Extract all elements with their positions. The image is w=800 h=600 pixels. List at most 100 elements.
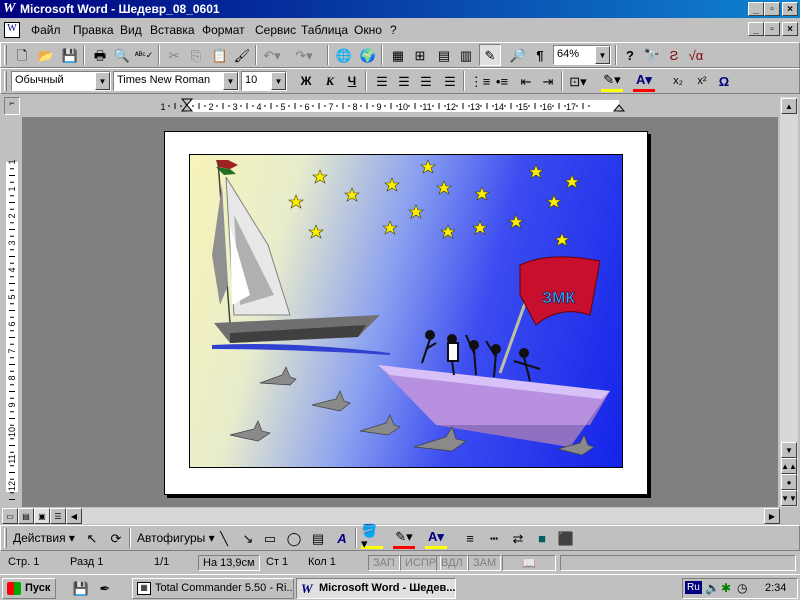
taskbar-microsoft-word[interactable]: W Microsoft Word - Шедев...: [296, 578, 456, 599]
doc-minimize-button[interactable]: _: [748, 22, 764, 36]
start-button[interactable]: Пуск: [2, 578, 56, 599]
style-select[interactable]: Обычный ▼: [11, 71, 111, 91]
doc-restore-button[interactable]: ▫: [764, 22, 780, 36]
select-browse-object-button[interactable]: ●: [781, 474, 797, 490]
ruler-corner[interactable]: ⌐: [4, 97, 20, 115]
rectangle-icon[interactable]: ▭: [259, 527, 281, 549]
actions-menu[interactable]: Действия ▾: [13, 531, 75, 545]
font-size-select[interactable]: 10 ▼: [241, 71, 287, 91]
document-area[interactable]: ЗМК: [22, 117, 778, 507]
vertical-scrollbar[interactable]: ▲ ▼ ▲▲ ● ▼▼: [780, 97, 798, 507]
web-toolbar-icon[interactable]: 🌍: [357, 44, 379, 66]
next-page-button[interactable]: ▼▼: [781, 490, 797, 506]
restore-button[interactable]: ▫: [764, 2, 780, 16]
align-center-icon[interactable]: ☰: [393, 70, 415, 92]
font-color-icon[interactable]: A▾: [633, 70, 655, 92]
tray-bug-icon[interactable]: ✱: [721, 581, 731, 595]
language-indicator[interactable]: Ru: [685, 581, 702, 594]
scroll-down-button[interactable]: ▼: [781, 442, 797, 458]
volume-icon[interactable]: 🔊: [705, 581, 720, 595]
menu-edit[interactable]: Правка: [73, 23, 114, 37]
doc-close-button[interactable]: ×: [782, 22, 798, 36]
spelling-status-icon[interactable]: 📖: [502, 555, 556, 571]
quick-launch-save-icon[interactable]: 💾: [70, 577, 92, 599]
status-ext[interactable]: ВДЛ: [436, 555, 468, 571]
horizontal-scrollbar[interactable]: ◀ ▶: [66, 508, 780, 524]
menu-insert[interactable]: Вставка: [150, 23, 195, 37]
help-icon[interactable]: ?: [619, 44, 641, 66]
line-icon[interactable]: ╲: [213, 527, 235, 549]
status-trk[interactable]: ИСПР: [400, 555, 442, 571]
print-preview-icon[interactable]: 🔍: [111, 44, 133, 66]
oval-icon[interactable]: ◯: [283, 527, 305, 549]
document-map-icon[interactable]: 🔎: [507, 44, 529, 66]
decrease-indent-icon[interactable]: ⇤: [515, 70, 537, 92]
subscript-icon[interactable]: x₂: [667, 70, 689, 92]
scroll-up-button[interactable]: ▲: [781, 98, 797, 114]
page-layout-view-button[interactable]: ▣: [34, 508, 50, 524]
title-bar[interactable]: W Microsoft Word - Шедевр_08_0601 _ ▫ ×: [0, 0, 800, 18]
open-icon[interactable]: 📂: [35, 44, 57, 66]
align-left-icon[interactable]: ☰: [371, 70, 393, 92]
status-ovr[interactable]: ЗАМ: [468, 555, 502, 571]
clipart-picture[interactable]: ЗМК: [189, 154, 623, 468]
italic-button[interactable]: К: [319, 70, 341, 92]
symbol-omega-icon[interactable]: Ω: [713, 70, 735, 92]
normal-view-button[interactable]: ▭: [2, 508, 18, 524]
bullets-icon[interactable]: •≡: [491, 70, 513, 92]
drawing-toggle-icon[interactable]: ✎: [479, 44, 501, 66]
line-color-icon[interactable]: ✎▾: [393, 527, 415, 549]
equation-icon[interactable]: √α: [685, 44, 707, 66]
new-icon[interactable]: 🗋: [11, 44, 33, 66]
menu-format[interactable]: Формат: [202, 23, 245, 37]
menu-window[interactable]: Окно: [354, 23, 382, 37]
paste-icon[interactable]: 📋: [209, 44, 231, 66]
3d-icon[interactable]: ⬛: [555, 527, 577, 549]
word-app-icon[interactable]: W: [3, 2, 17, 16]
document-page[interactable]: ЗМК: [164, 131, 648, 495]
taskbar-total-commander[interactable]: ▦ Total Commander 5.50 - Ri...: [132, 578, 294, 599]
clock[interactable]: 2:34: [765, 582, 786, 594]
quick-launch-pen-icon[interactable]: ✒: [94, 577, 116, 599]
outline-view-button[interactable]: ☰: [50, 508, 66, 524]
menu-tools[interactable]: Сервис: [255, 23, 296, 37]
superscript-icon[interactable]: x²: [691, 70, 713, 92]
columns-icon[interactable]: ▥: [455, 44, 477, 66]
horizontal-ruler[interactable]: 11234567891011121314151617: [24, 97, 780, 115]
insert-table-icon[interactable]: ⊞: [409, 44, 431, 66]
copy-icon[interactable]: ⎘: [185, 44, 207, 66]
shadow-icon[interactable]: ■: [531, 527, 553, 549]
wordart-icon[interactable]: A: [331, 527, 353, 549]
hyperlink-icon[interactable]: 🌐: [333, 44, 355, 66]
fill-color-icon[interactable]: 🪣▾: [361, 524, 383, 550]
web-view-button[interactable]: ▤: [18, 508, 34, 524]
dash-style-icon[interactable]: ┅: [483, 527, 505, 549]
close-button[interactable]: ×: [782, 2, 798, 16]
arrow-icon[interactable]: ↘: [237, 527, 259, 549]
spelling-icon[interactable]: ᴬᴮᶜ✓: [133, 44, 155, 66]
undo-icon[interactable]: ↶▾: [261, 44, 283, 66]
cut-icon[interactable]: ✂: [163, 44, 185, 66]
line-style-icon[interactable]: ≡: [459, 527, 481, 549]
font-select[interactable]: Times New Roman ▼: [113, 71, 239, 91]
textbox-icon[interactable]: ▤: [307, 527, 329, 549]
autoshapes-menu[interactable]: Автофигуры ▾: [137, 531, 215, 545]
underline-button[interactable]: Ч: [341, 70, 363, 92]
redo-icon[interactable]: ↷▾: [293, 44, 315, 66]
find-icon[interactable]: 🔭: [641, 44, 663, 66]
print-icon[interactable]: 🖶: [89, 44, 111, 66]
arrow-style-icon[interactable]: ⇄: [507, 527, 529, 549]
tables-borders-icon[interactable]: ▦: [387, 44, 409, 66]
numbering-icon[interactable]: ⋮≡: [469, 70, 491, 92]
bold-button[interactable]: Ж: [295, 70, 317, 92]
menu-table[interactable]: Таблица: [301, 23, 348, 37]
align-right-icon[interactable]: ☰: [415, 70, 437, 92]
menu-help[interactable]: ?: [390, 23, 397, 37]
highlight-icon[interactable]: ✎▾: [601, 70, 623, 92]
save-icon[interactable]: 💾: [59, 44, 81, 66]
menu-file[interactable]: Файл: [31, 23, 61, 37]
show-marks-icon[interactable]: ¶: [529, 44, 551, 66]
scroll-left-button[interactable]: ◀: [66, 508, 82, 524]
free-rotate-icon[interactable]: ⟳: [105, 527, 127, 549]
symbol-icon[interactable]: Ƨ: [663, 44, 685, 66]
